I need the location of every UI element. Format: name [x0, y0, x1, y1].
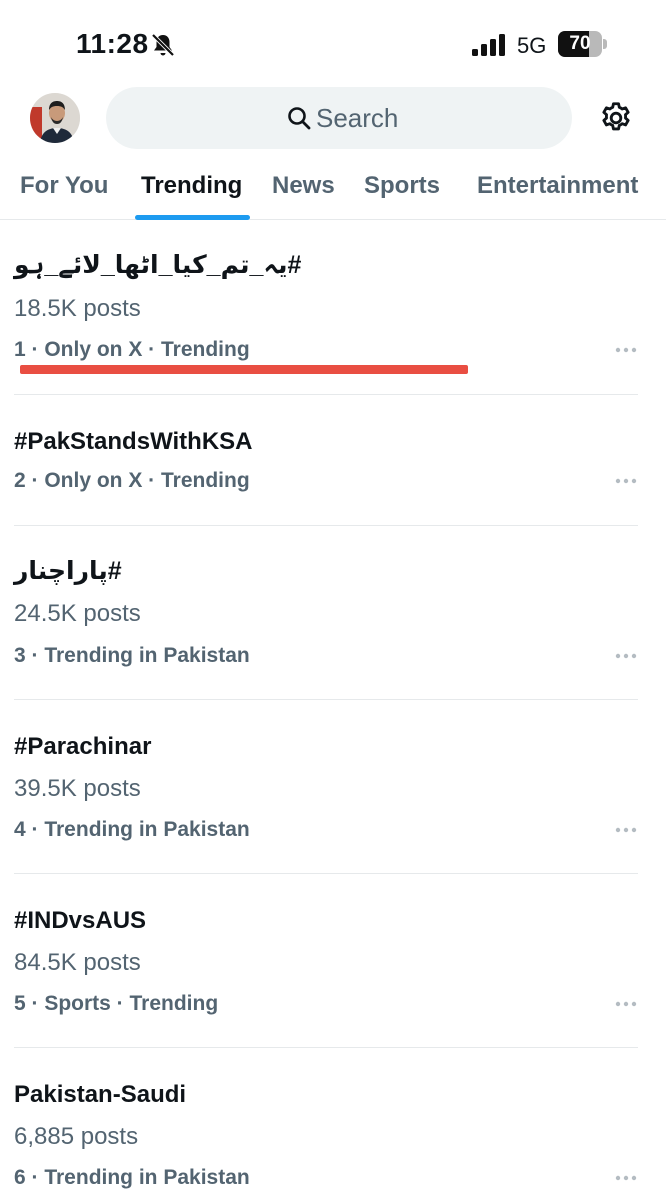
- status-bar: 11:28 5G 70: [0, 0, 666, 90]
- search-placeholder: Search: [316, 103, 399, 133]
- more-icon[interactable]: [614, 1174, 638, 1182]
- search-input[interactable]: Search: [106, 87, 572, 149]
- status-time: 11:28: [76, 28, 149, 59]
- more-icon[interactable]: [614, 477, 638, 485]
- trend-title: #پاراچنار: [14, 557, 122, 585]
- avatar[interactable]: [30, 93, 80, 143]
- trend-title: #PakStandsWithKSA: [14, 428, 253, 455]
- more-icon[interactable]: [614, 826, 638, 834]
- trend-meta: 4 · Trending in Pakistan: [14, 818, 250, 841]
- trend-meta: 3 · Trending in Pakistan: [14, 644, 250, 667]
- tab-for-you[interactable]: For You: [20, 172, 108, 200]
- trend-title: #Parachinar: [14, 733, 152, 760]
- network-label: 5G: [517, 33, 547, 58]
- avatar-image: [30, 93, 80, 143]
- tab-bar: For You Trending News Sports Entertainme…: [0, 160, 666, 220]
- trend-meta: 5 · Sports · Trending: [14, 992, 219, 1015]
- trend-post-count: 39.5K posts: [14, 775, 141, 802]
- gear-icon[interactable]: [598, 100, 634, 136]
- trend-item[interactable]: #پاراچنار 24.5K posts 3 · Trending in Pa…: [14, 526, 638, 698]
- trend-item[interactable]: #INDvsAUS 84.5K posts 5 · Sports · Trend…: [14, 874, 638, 1047]
- trend-post-count: 6,885 posts: [14, 1123, 139, 1150]
- tab-sports[interactable]: Sports: [364, 172, 440, 200]
- trend-title: #یہ_تم_کیا_اٹھا_لائے_ہو: [14, 251, 302, 279]
- tab-entertainment[interactable]: Entertainment: [477, 172, 638, 200]
- more-icon[interactable]: [614, 346, 638, 354]
- active-tab-indicator: [135, 215, 250, 220]
- trend-item[interactable]: #Parachinar 39.5K posts 4 · Trending in …: [14, 700, 638, 873]
- signal-icon: [472, 34, 505, 56]
- trend-title: Pakistan-Saudi: [14, 1081, 187, 1108]
- trend-meta: 2 · Only on X · Trending: [14, 469, 250, 492]
- tab-news[interactable]: News: [272, 172, 335, 200]
- trend-post-count: 24.5K posts: [14, 600, 141, 627]
- trend-post-count: 84.5K posts: [14, 949, 141, 976]
- trend-meta: 6 · Trending in Pakistan: [14, 1166, 250, 1189]
- red-underline-annotation: [20, 365, 468, 374]
- search-icon: [288, 107, 311, 130]
- trend-item[interactable]: #PakStandsWithKSA 2 · Only on X · Trendi…: [14, 395, 638, 525]
- battery-percent: 70: [569, 33, 591, 54]
- battery-icon: 70: [558, 31, 608, 57]
- tab-trending[interactable]: Trending: [141, 172, 242, 200]
- more-icon[interactable]: [614, 1000, 638, 1008]
- trend-title: #INDvsAUS: [14, 907, 147, 934]
- trend-meta: 1 · Only on X · Trending: [14, 338, 250, 361]
- more-icon[interactable]: [614, 652, 638, 660]
- trend-item[interactable]: Pakistan-Saudi 6,885 posts 6 · Trending …: [14, 1048, 638, 1200]
- trend-post-count: 18.5K posts: [14, 295, 141, 322]
- bell-muted-icon: [151, 33, 175, 57]
